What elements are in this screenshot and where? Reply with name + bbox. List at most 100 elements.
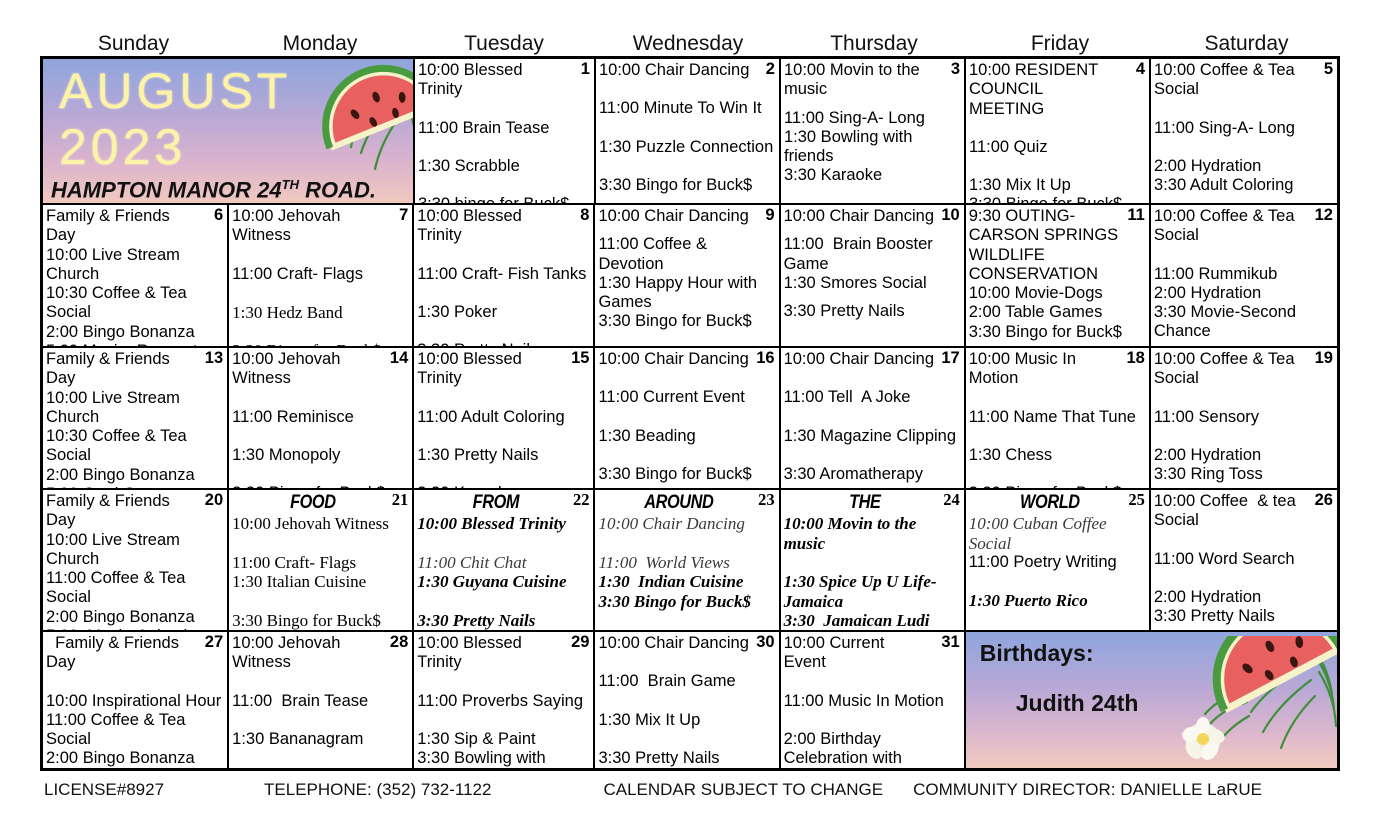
day-cell-27[interactable]: 27 Family & Friends Day 10:00 Inspiratio… [43,632,230,768]
day-cell-24[interactable]: 24 THE 10:00 Movin to the music 1:30 Spi… [781,490,966,630]
day-number: 29 [571,633,590,651]
theme-heading-word: FROM [472,492,520,513]
day-cell-28[interactable]: 28 10:00 Jehovah Witness 11:00 Brain Tea… [229,632,415,768]
event-item: 1:30 Scrabble [417,156,520,175]
watermelon-palm-art [1147,636,1337,768]
day-cell-9[interactable]: 9 10:00 Chair Dancing 11:00 Coffee & Dev… [595,205,781,346]
event-item: 11:00 Coffee & Devotion [598,235,712,273]
event-item: 11:00 Brain Tease [417,118,550,137]
day-cell-14[interactable]: 14 10:00 Jehovah Witness 11:00 Reminisce… [229,348,415,488]
event-item: 1:30 Monopoly [232,445,341,464]
day-cell-25[interactable]: 25 WORLD 10:00 Cuban Coffee Social 11:00… [966,490,1151,630]
day-cell-15[interactable]: 15 10:00 Blessed Trinity 11:00 Adult Col… [414,348,596,488]
event-item: 11:00 World Views [598,552,730,572]
event-item: 2:00 Hydration [1153,283,1262,302]
weekday-header-sunday: Sunday [97,32,170,55]
event-item: 11:00 Tell A Joke [783,388,911,407]
event-item: 1:30 Smores Social [783,273,927,292]
event-item: 1:30 Sip & Paint [417,729,536,748]
telephone-text: TELEPHONE: (352) 732-1122 [264,780,492,799]
day-cell-22[interactable]: 22 FROM 10:00 Blessed Trinity 11:00 Chit… [414,490,596,630]
day-number: 4 [1135,60,1146,78]
event-item: 10:00 Jehovah Witness [232,514,389,533]
day-cell-21[interactable]: 21 FOOD 10:00 Jehovah Witness 11:00 Craf… [229,490,415,630]
event-item: 11:00 Reminisce [232,407,354,426]
day-cell-11[interactable]: 11 9:30 OUTING- CARSON SPRINGS WILDLIFE … [966,205,1151,346]
event-item: 10:30 Coffee & Tea Social [46,427,192,465]
event-item: 2:00 Bingo Bonanza [46,465,195,484]
event-item: 10:00 Inspirational Hour [46,691,222,710]
day-cell-12[interactable]: 12 10:00 Coffee & Tea Social 11:00 Rummi… [1151,205,1337,346]
day-number: 15 [571,349,590,367]
event-item: 10:00 Live Stream Church [46,245,185,283]
event-item: 10:00 Coffee & Tea Social [1154,61,1300,99]
event-item: 5:00 Card Games [46,485,224,488]
year-label: 2023 [59,119,187,175]
event-item: 10:00 Jehovah Witness [232,207,345,245]
event-item: 3:30 Bingo for Buck$ [232,341,409,346]
event-item: 5:00 Movie- Respect [46,342,224,346]
event-item: 1:30 Guyana Cuisine [417,572,567,591]
day-number: 7 [399,206,409,224]
day-cell-1[interactable]: 1 10:00 Blessed Trinity 11:00 Brain Teas… [415,59,596,203]
event-item: 10:00 Chair Dancing [598,207,749,225]
day-cell-13[interactable]: 13 Family & Friends Day 10:00 Live Strea… [43,348,230,488]
event-item: 1:30 Puerto Rico [968,591,1088,611]
day-cell-10[interactable]: 10 10:00 Chair Dancing 11:00 Brain Boost… [781,205,966,346]
theme-heading-word: FOOD [290,492,336,513]
event-item: 11:00 Quiz [969,137,1048,156]
event-item: 11:00 Current Event [598,388,745,407]
event-item: 11:00 Poetry Writing [968,553,1117,571]
day-cell-18[interactable]: 18 10:00 Music In Motion 11:00 Name That… [966,348,1151,488]
event-item: 1:30 Mix It Up [598,710,701,729]
day-cell-30[interactable]: 30 10:00 Chair Dancing 11:00 Brain Game … [595,632,781,768]
theme-heading-word: THE [848,492,881,513]
day-cell-26[interactable]: 26 10:00 Coffee & tea Social 11:00 Word … [1151,490,1337,630]
event-item: 3:30 Bingo for Buck$ [598,175,753,194]
weekday-header-saturday: Saturday [1204,32,1289,55]
event-item: 11:00 Minute To Win It [598,99,762,118]
day-cell-19[interactable]: 19 10:00 Coffee & Tea Social 11:00 Senso… [1151,348,1337,488]
day-cell-17[interactable]: 17 10:00 Chair Dancing 11:00 Tell A Joke… [781,348,966,488]
day-cell-20[interactable]: 20 Family & Friends Day 10:00 Live Strea… [43,490,230,630]
day-cell-8[interactable]: 8 10:00 Blessed Trinity 11:00 Craft- Fis… [414,205,596,346]
weekday-header-row: Sunday Monday Tuesday Wednesday Thursday… [40,30,1340,58]
event-item: 2:00 Hydration [1153,445,1262,464]
notice-text: CALENDAR SUBJECT TO CHANGE [603,780,884,799]
day-number: 10 [941,206,960,224]
day-cell-7[interactable]: 7 10:00 Jehovah Witness 11:00 Craft- Fla… [229,205,415,346]
event-item: 1:30 Hedz Band [232,302,343,322]
day-cell-2[interactable]: 2 10:00 Chair Dancing 11:00 Minute To Wi… [596,59,781,203]
day-cell-6[interactable]: 6 Family & Friends Day 10:00 Live Stream… [43,205,230,346]
event-item: 3:30 Pretty Nails [417,341,590,346]
event-item: 10:00 Blessed Trinity [417,514,566,533]
day-cell-4[interactable]: 4 10:00 RESIDENT COUNCIL MEETING 11:00 Q… [966,59,1152,203]
day-cell-16[interactable]: 16 10:00 Chair Dancing 11:00 Current Eve… [595,348,781,488]
day-cell-23[interactable]: 23 AROUND 10:00 Chair Dancing 11:00 Worl… [595,490,781,630]
event-item: 11:00 Word Search [1153,549,1295,568]
day-number: 12 [1314,206,1333,224]
day-cell-31[interactable]: 31 10:00 Current Event 11:00 Music In Mo… [781,632,966,768]
event-item: 11:00 Name That Tune [968,407,1136,426]
event-item: 10:30 Coffee & Tea Social [46,284,192,322]
calendar-week-row: AUGUST 2023 HAMPTON MANOR 24TH ROAD. 1 1… [43,59,1337,205]
facility-name: HAMPTON MANOR 24TH ROAD. [51,176,376,202]
event-item: 11:00 Sing-A- Long [1154,118,1295,137]
license-text: LICENSE#8927 [44,780,165,799]
day-cell-3[interactable]: 3 10:00 Movin to the music 11:00 Sing-A-… [781,59,966,203]
birthdays-title: Birthdays: [979,640,1094,666]
event-item: 3:30 Bingo for Buck$ [598,464,752,483]
event-item: 2:00 Hydration [1153,587,1262,606]
event-item: 11:00 Adult Coloring [417,407,565,426]
event-item: 2:00 Birthday Celebration with Entertain… [783,729,902,768]
day-cell-29[interactable]: 29 10:00 Blessed Trinity 11:00 Proverbs … [414,632,596,768]
day-cell-5[interactable]: 5 10:00 Coffee & Tea Social 11:00 Sing-A… [1151,59,1337,203]
event-item: 11:00 Chit Chat [417,552,527,572]
day-number: 30 [756,633,775,651]
event-item: 5:00 Movie-Animals [46,627,224,630]
event-item: 3:30 Bingo for Buck$ [968,322,1122,341]
event-item: 3:30 Ring Toss [1153,465,1263,484]
event-item: 10:00 Live Stream Church [46,388,185,426]
event-item: 1:30 Bananagram [232,729,364,748]
day-number: 9 [765,206,775,224]
